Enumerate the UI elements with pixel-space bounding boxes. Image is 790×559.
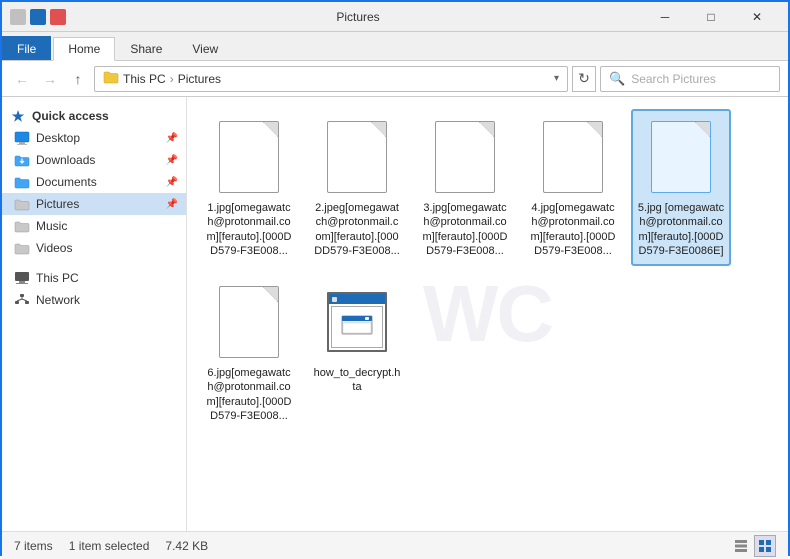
status-size: 7.42 KB xyxy=(165,539,208,553)
file-item-3[interactable]: 3.jpg[omegawatch@protonmail.com][ferauto… xyxy=(415,109,515,266)
tb-icon-3 xyxy=(50,9,66,25)
pictures-pin: 📌 xyxy=(166,199,178,210)
sidebar-item-downloads[interactable]: Downloads 📌 xyxy=(2,149,186,171)
view-grid-button[interactable] xyxy=(754,535,776,557)
sidebar-documents-label: Documents xyxy=(36,175,97,189)
address-this-pc: This PC xyxy=(123,72,166,86)
sidebar-network-label: Network xyxy=(36,293,80,307)
sidebar-item-network[interactable]: Network xyxy=(2,289,186,311)
sidebar-thispc-label: This PC xyxy=(36,271,79,285)
file-page-3 xyxy=(435,121,495,193)
title-bar-icons xyxy=(10,9,66,25)
file-item-hta[interactable]: how_to_decrypt.hta xyxy=(307,274,407,431)
sidebar-item-thispc[interactable]: This PC xyxy=(2,267,186,289)
file-item-4[interactable]: 4.jpg[omegawatch@protonmail.com][ferauto… xyxy=(523,109,623,266)
file-page-1 xyxy=(219,121,279,193)
file-name-2: 2.jpeg[omegawatch@protonmail.com][feraut… xyxy=(313,201,401,258)
tab-view[interactable]: View xyxy=(177,36,233,60)
sidebar-item-music[interactable]: Music xyxy=(2,215,186,237)
file-name-1: 1.jpg[omegawatch@protonmail.com][ferauto… xyxy=(205,201,293,258)
file-icon-wrapper-4 xyxy=(537,117,609,197)
title-bar-controls: ─ □ ✕ xyxy=(642,2,780,32)
search-icon: 🔍 xyxy=(609,71,625,87)
address-dropdown-arrow[interactable]: ▾ xyxy=(554,73,559,84)
sidebar-videos-label: Videos xyxy=(36,241,72,255)
file-page-4 xyxy=(543,121,603,193)
forward-button[interactable]: → xyxy=(38,67,62,91)
tab-home[interactable]: Home xyxy=(53,37,115,61)
up-button[interactable]: ↑ xyxy=(66,67,90,91)
music-icon xyxy=(14,218,30,234)
quick-access-icon: ★ xyxy=(10,108,26,124)
tb-icon-1 xyxy=(10,9,26,25)
file-page-5 xyxy=(651,121,711,193)
sidebar: ★ Quick access Desktop 📌 Downloads 📌 Doc… xyxy=(2,97,187,531)
maximize-button[interactable]: □ xyxy=(688,2,734,32)
tab-file[interactable]: File xyxy=(2,36,51,60)
pictures-icon xyxy=(14,196,30,212)
hta-file-icon xyxy=(327,292,387,352)
downloads-pin: 📌 xyxy=(166,155,178,166)
window-title: Pictures xyxy=(74,10,642,24)
file-name-4: 4.jpg[omegawatch@protonmail.com][ferauto… xyxy=(529,201,617,258)
sidebar-desktop-label: Desktop xyxy=(36,131,80,145)
close-button[interactable]: ✕ xyxy=(734,2,780,32)
thispc-icon xyxy=(14,270,30,286)
view-list-button[interactable] xyxy=(730,535,752,557)
file-icon-wrapper-1 xyxy=(213,117,285,197)
file-area: WC 1.jpg[omegawatch@protonmail.com][fera… xyxy=(187,97,788,531)
search-placeholder: Search Pictures xyxy=(631,72,716,86)
sidebar-downloads-label: Downloads xyxy=(36,153,95,167)
file-item-1[interactable]: 1.jpg[omegawatch@protonmail.com][ferauto… xyxy=(199,109,299,266)
file-item-6[interactable]: 6.jpg[omegawatch@protonmail.com][ferauto… xyxy=(199,274,299,431)
tab-share[interactable]: Share xyxy=(115,36,177,60)
file-item-5[interactable]: 5.jpg [omegawatch@protonmail.com][feraut… xyxy=(631,109,731,266)
main-area: ★ Quick access Desktop 📌 Downloads 📌 Doc… xyxy=(2,97,788,531)
quick-access-label: Quick access xyxy=(32,109,109,123)
documents-icon xyxy=(14,174,30,190)
sidebar-item-pictures[interactable]: Pictures 📌 xyxy=(2,193,186,215)
tb-icon-2 xyxy=(30,9,46,25)
status-item-count: 7 items xyxy=(14,539,53,553)
file-page-2 xyxy=(327,121,387,193)
back-button[interactable]: ← xyxy=(10,67,34,91)
sidebar-quick-access: ★ Quick access xyxy=(2,105,186,127)
file-page-6 xyxy=(219,286,279,358)
address-home-icon xyxy=(103,70,119,87)
file-icon-wrapper-hta xyxy=(321,282,393,362)
network-icon xyxy=(14,292,30,308)
address-bar: ← → ↑ This PC › Pictures ▾ ↻ 🔍 Search Pi… xyxy=(2,61,788,97)
desktop-pin: 📌 xyxy=(166,133,178,144)
file-icon-wrapper-3 xyxy=(429,117,501,197)
status-selected: 1 item selected xyxy=(69,539,150,553)
search-field[interactable]: 🔍 Search Pictures xyxy=(600,66,780,92)
documents-pin: 📌 xyxy=(166,177,178,188)
title-bar: Pictures ─ □ ✕ xyxy=(2,2,788,32)
videos-icon xyxy=(14,240,30,256)
ribbon: File Home Share View xyxy=(2,32,788,61)
address-pictures: Pictures xyxy=(178,72,221,86)
sidebar-music-label: Music xyxy=(36,219,67,233)
downloads-icon xyxy=(14,152,30,168)
watermark: WC xyxy=(423,268,552,360)
minimize-button[interactable]: ─ xyxy=(642,2,688,32)
sidebar-pictures-label: Pictures xyxy=(36,197,79,211)
status-bar: 7 items 1 item selected 7.42 KB xyxy=(2,531,788,559)
ribbon-tabs: File Home Share View xyxy=(2,32,788,60)
file-name-5: 5.jpg [omegawatch@protonmail.com][feraut… xyxy=(637,201,725,258)
file-name-hta: how_to_decrypt.hta xyxy=(313,366,401,395)
file-name-6: 6.jpg[omegawatch@protonmail.com][ferauto… xyxy=(205,366,293,423)
file-name-3: 3.jpg[omegawatch@protonmail.com][ferauto… xyxy=(421,201,509,258)
sidebar-item-desktop[interactable]: Desktop 📌 xyxy=(2,127,186,149)
file-icon-wrapper-2 xyxy=(321,117,393,197)
file-item-2[interactable]: 2.jpeg[omegawatch@protonmail.com][feraut… xyxy=(307,109,407,266)
desktop-icon xyxy=(14,130,30,146)
refresh-button[interactable]: ↻ xyxy=(572,66,596,92)
file-icon-wrapper-5 xyxy=(645,117,717,197)
file-icon-wrapper-6 xyxy=(213,282,285,362)
view-icons xyxy=(730,535,776,557)
sidebar-item-documents[interactable]: Documents 📌 xyxy=(2,171,186,193)
sidebar-item-videos[interactable]: Videos xyxy=(2,237,186,259)
address-field[interactable]: This PC › Pictures ▾ xyxy=(94,66,568,92)
